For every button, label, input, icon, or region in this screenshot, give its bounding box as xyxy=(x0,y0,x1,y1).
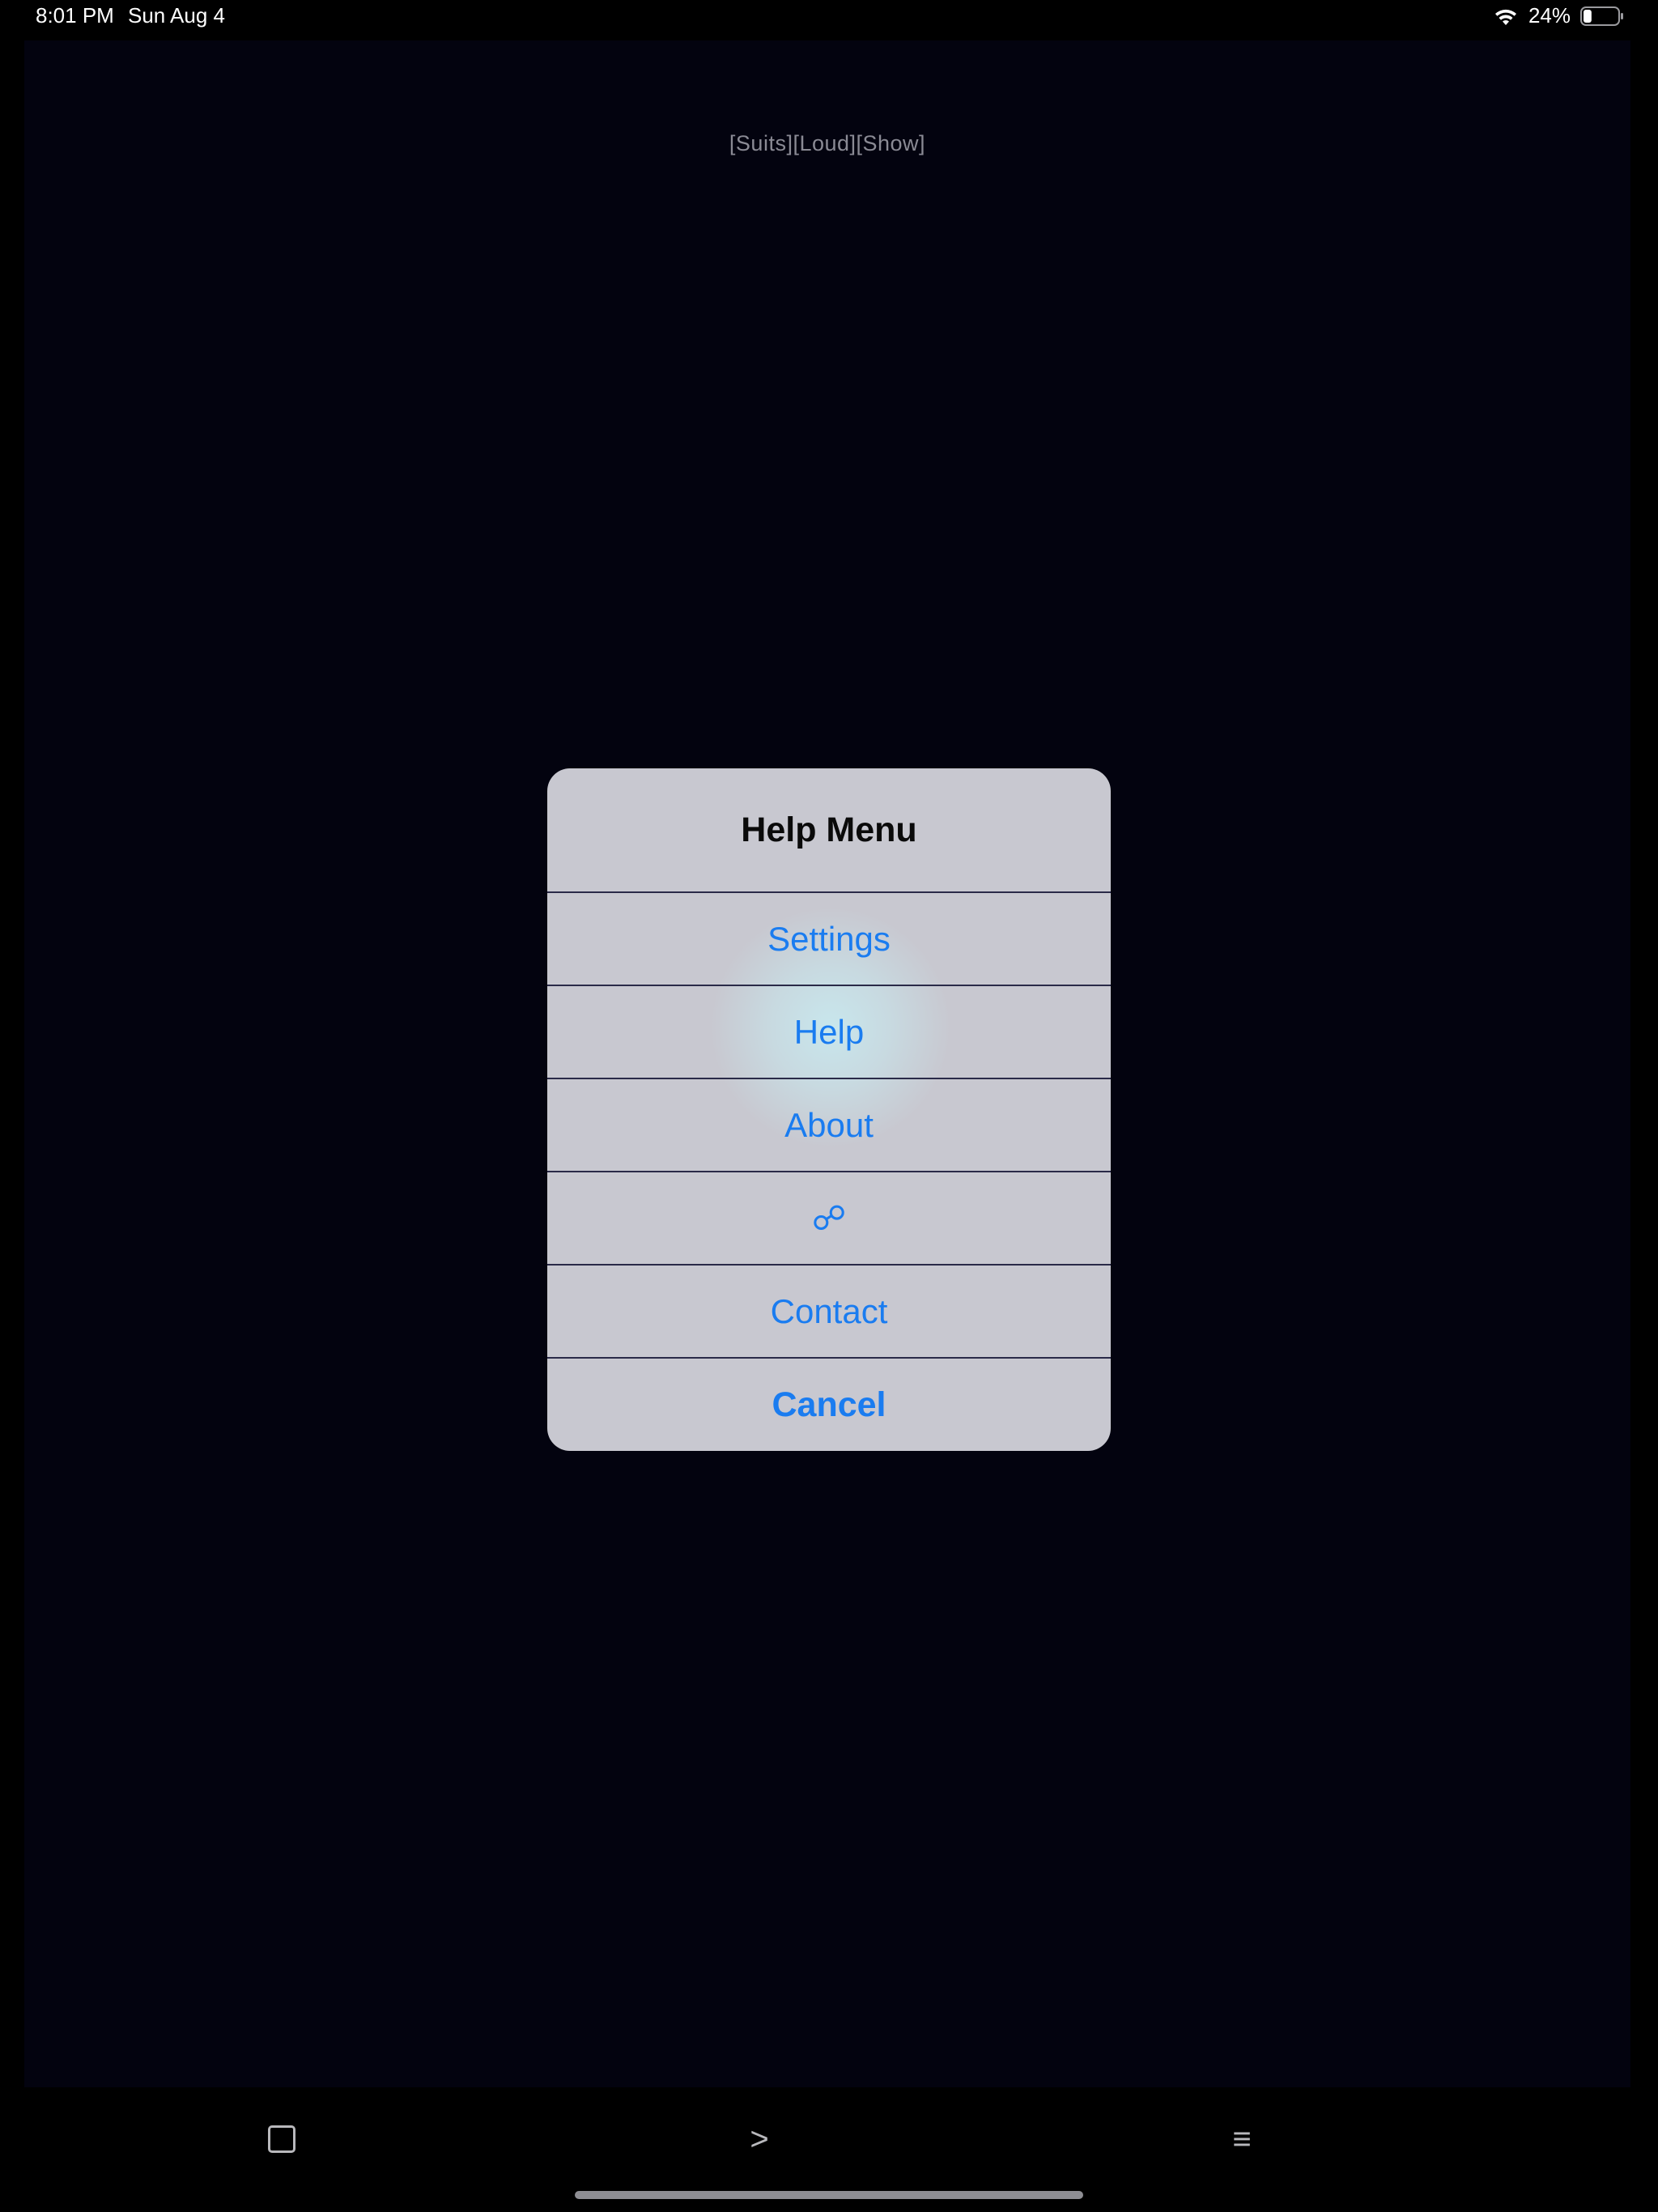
status-date: Sun Aug 4 xyxy=(128,3,225,28)
dialog-title: Help Menu xyxy=(547,768,1111,893)
contact-button[interactable]: Contact xyxy=(547,1266,1111,1359)
square-button[interactable] xyxy=(257,2115,306,2163)
bottom-toolbar: > ≡ xyxy=(0,2087,1658,2184)
help-button[interactable]: Help xyxy=(547,986,1111,1079)
settings-button[interactable]: Settings xyxy=(547,893,1111,986)
status-bar: 8:01 PM Sun Aug 4 24% xyxy=(0,0,1658,36)
screen: 8:01 PM Sun Aug 4 24% [Suits][Loud][Show… xyxy=(0,0,1658,2212)
battery-icon xyxy=(1580,6,1624,27)
link-button[interactable]: ☍ xyxy=(547,1172,1111,1266)
link-icon: ☍ xyxy=(811,1199,847,1237)
wifi-icon xyxy=(1493,6,1519,27)
home-indicator[interactable] xyxy=(575,2191,1083,2199)
status-right: 24% xyxy=(1493,3,1624,28)
suit-display-label: [Suits][Loud][Show] xyxy=(729,131,926,155)
cancel-button[interactable]: Cancel xyxy=(547,1359,1111,1451)
square-icon xyxy=(268,2125,295,2153)
help-menu-dialog: Help Menu Settings Help About ☍ Contact … xyxy=(547,768,1111,1451)
next-button[interactable]: > xyxy=(735,2115,784,2163)
about-button[interactable]: About xyxy=(547,1079,1111,1172)
menu-button[interactable]: ≡ xyxy=(1218,2115,1266,2163)
menu-icon: ≡ xyxy=(1232,2121,1252,2157)
next-icon: > xyxy=(750,2121,769,2157)
battery-percent: 24% xyxy=(1528,3,1571,28)
status-time: 8:01 PM xyxy=(36,3,114,28)
